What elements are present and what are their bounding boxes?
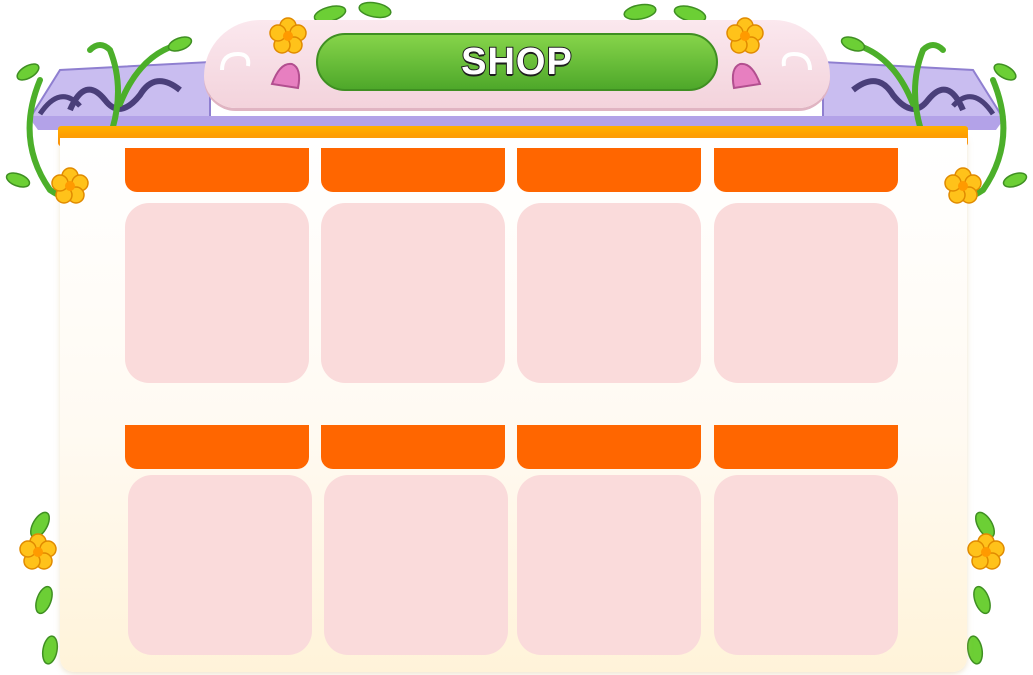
slot-header bbox=[714, 425, 898, 469]
slot-item-area[interactable] bbox=[128, 475, 312, 655]
slot-item-area[interactable] bbox=[517, 203, 701, 383]
slot-header bbox=[714, 148, 898, 192]
slot-header bbox=[125, 148, 309, 192]
slot-item-area[interactable] bbox=[321, 203, 505, 383]
slot-header bbox=[125, 425, 309, 469]
slot-item-area[interactable] bbox=[714, 203, 898, 383]
slot-item-area[interactable] bbox=[324, 475, 508, 655]
pink-gem-icon bbox=[270, 62, 301, 90]
slot-item-area[interactable] bbox=[517, 475, 701, 655]
slot-header bbox=[321, 148, 505, 192]
pink-gem-icon bbox=[731, 62, 762, 90]
shop-title-banner: SHOP bbox=[316, 33, 718, 91]
shop-title: SHOP bbox=[460, 40, 573, 84]
slot-header bbox=[517, 425, 701, 469]
slot-item-area[interactable] bbox=[125, 203, 309, 383]
slot-header bbox=[517, 148, 701, 192]
slot-item-area[interactable] bbox=[714, 475, 898, 655]
slot-header bbox=[321, 425, 505, 469]
